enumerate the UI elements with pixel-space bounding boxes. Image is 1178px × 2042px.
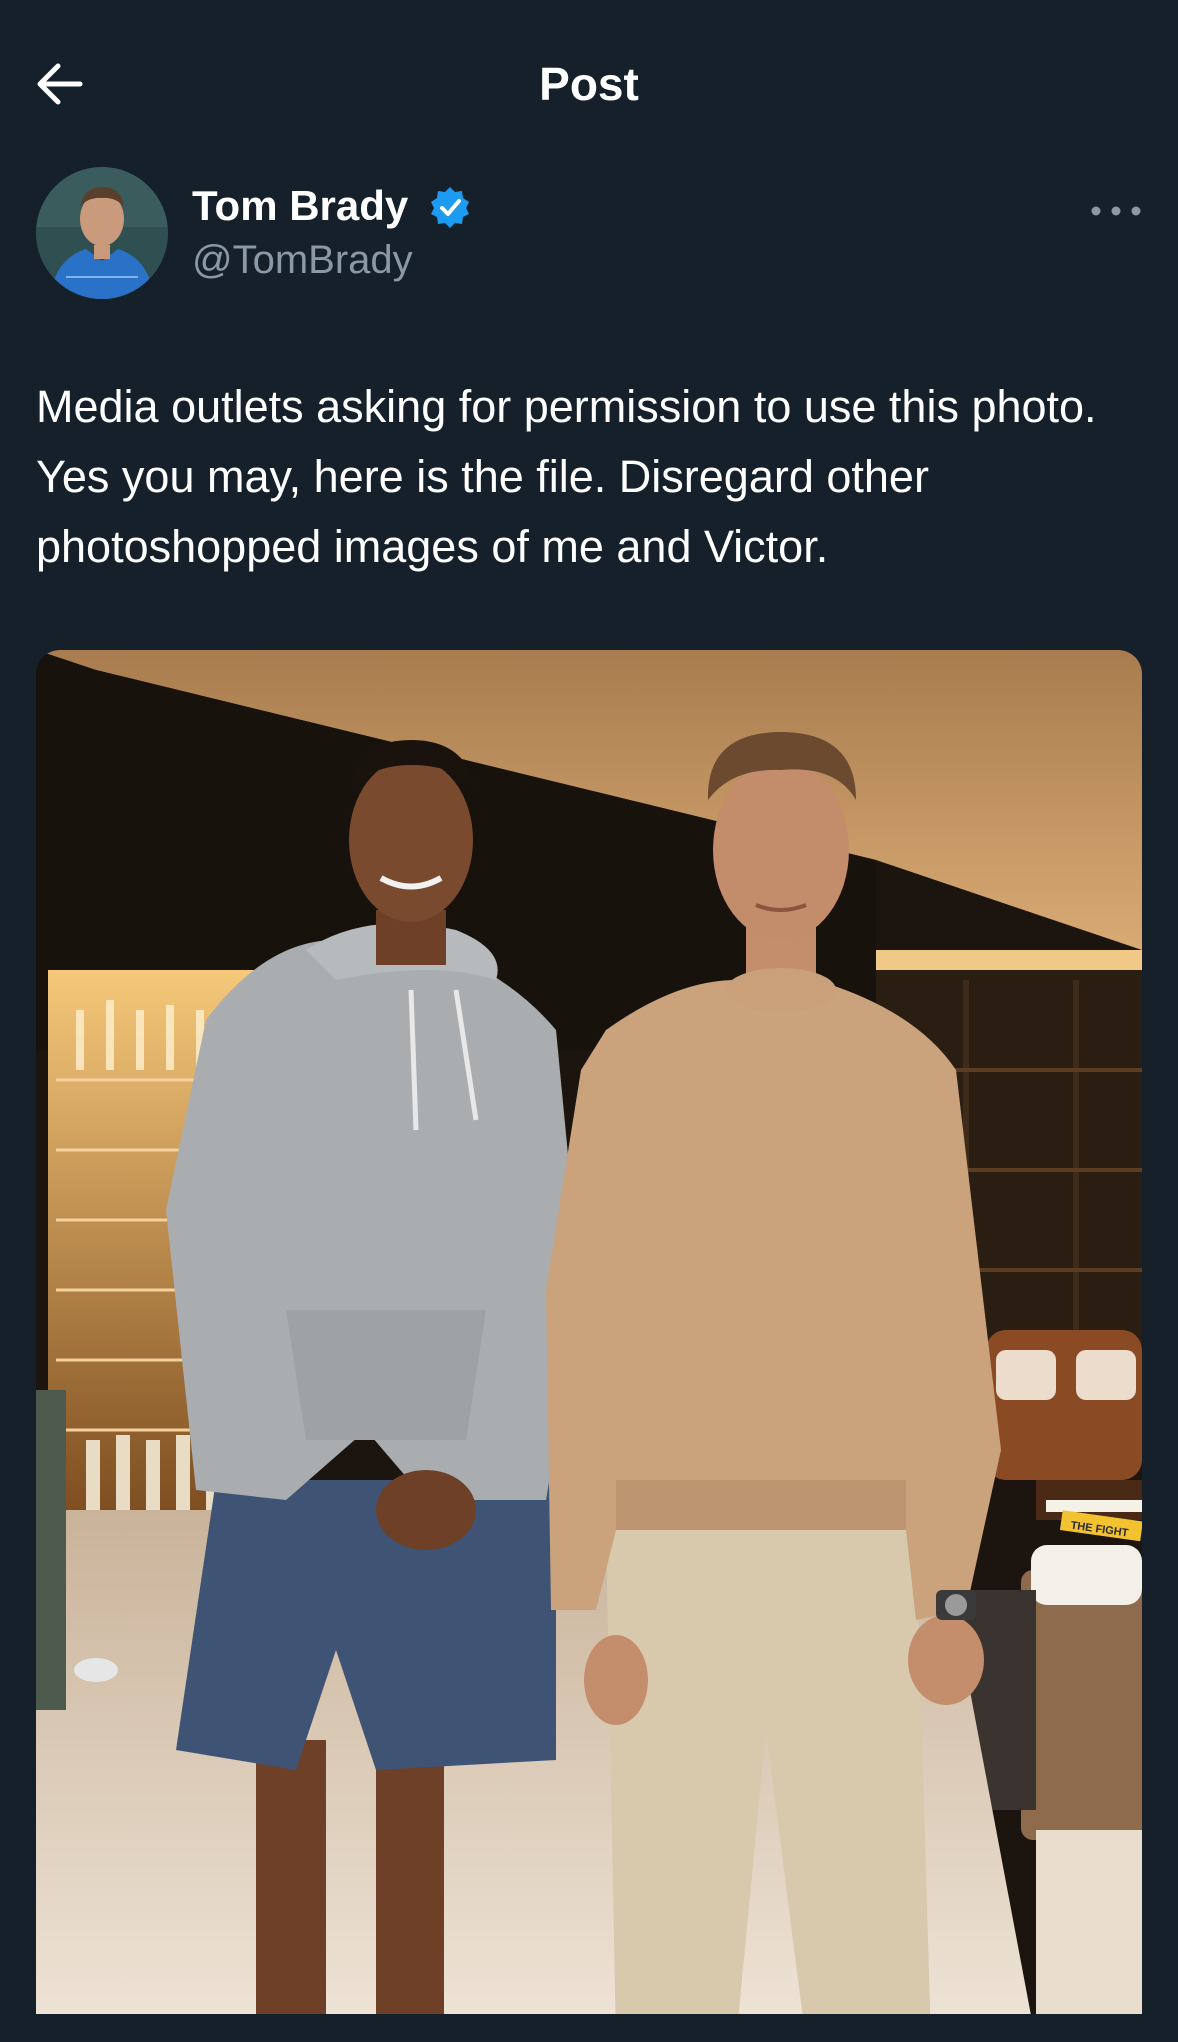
post-author: Tom Brady @TomBrady — [0, 165, 1178, 305]
page-title: Post — [539, 58, 639, 110]
avatar[interactable] — [36, 167, 168, 299]
more-horizontal-icon — [1091, 206, 1141, 216]
post-photo[interactable]: THE FIGHT — [36, 650, 1142, 2042]
photo-illustration: THE FIGHT — [36, 650, 1142, 2042]
author-handle[interactable]: @TomBrady — [192, 235, 413, 285]
top-bar: Post — [0, 0, 1178, 170]
verified-badge-icon — [428, 185, 472, 229]
author-display-name[interactable]: Tom Brady — [192, 181, 408, 231]
bottom-edge — [0, 2014, 1178, 2042]
more-options-button[interactable] — [1086, 191, 1146, 231]
post-text: Media outlets asking for permission to u… — [36, 381, 1097, 572]
